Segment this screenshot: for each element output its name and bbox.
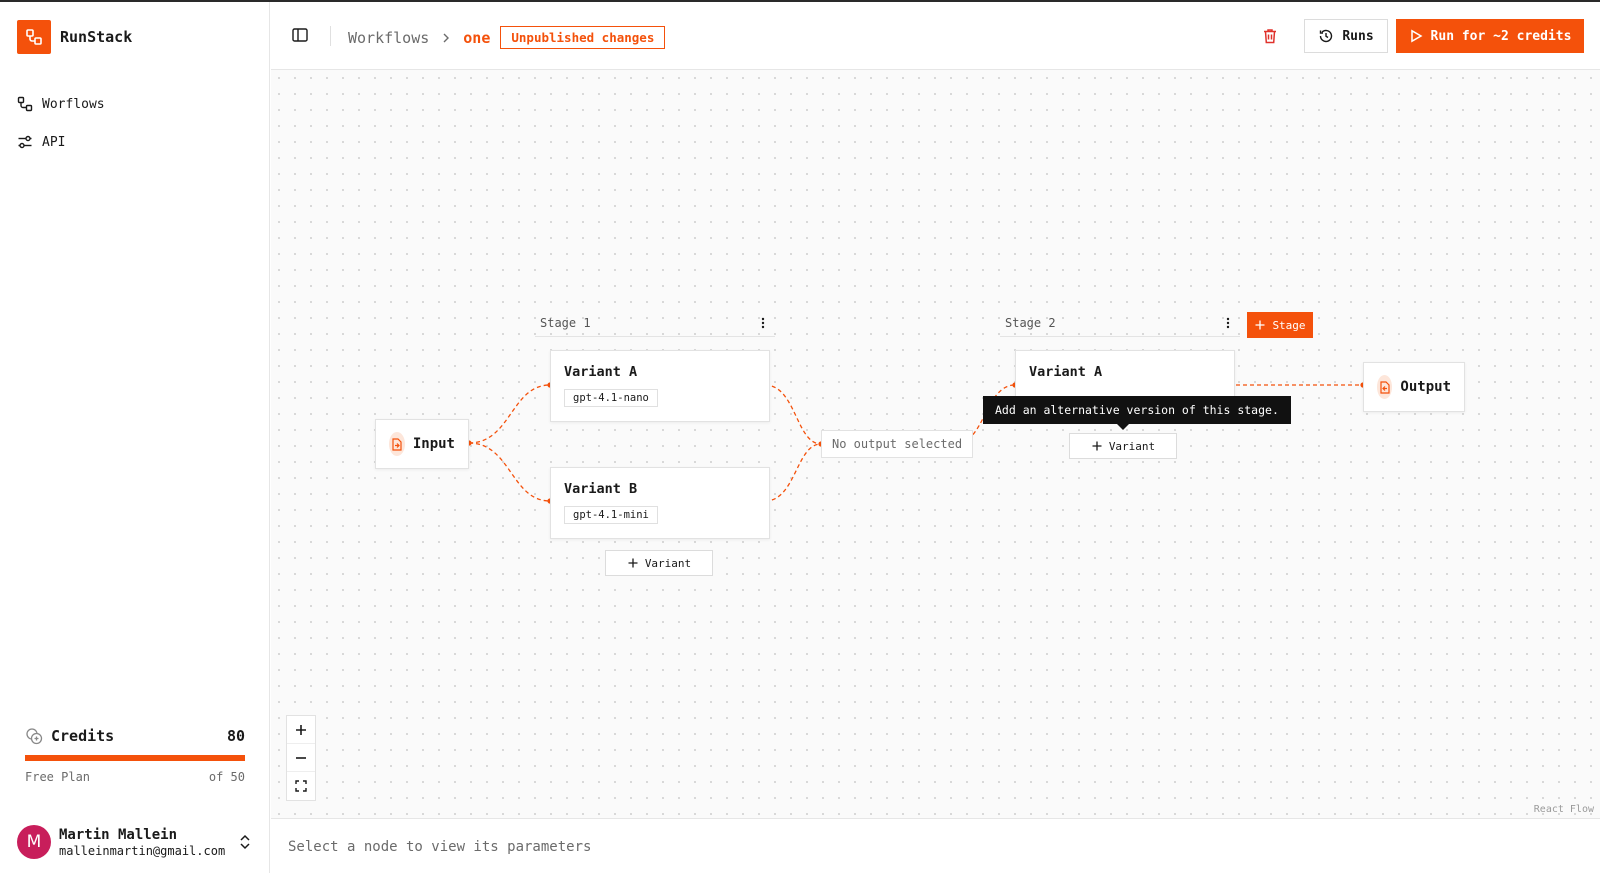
zoom-in-button[interactable] (287, 716, 315, 744)
zoom-out-button[interactable] (287, 744, 315, 772)
runs-button[interactable]: Runs (1304, 19, 1388, 53)
stage-2-add-variant-button[interactable]: Variant (1069, 433, 1177, 459)
plus-icon (1254, 319, 1266, 331)
parameters-panel: Select a node to view its parameters (271, 818, 1600, 873)
parameters-placeholder: Select a node to view its parameters (288, 839, 592, 855)
tooltip-arrow (1117, 424, 1129, 430)
sidebar-toggle-icon[interactable] (291, 26, 309, 44)
model-tag: gpt-4.1-nano (564, 389, 658, 407)
breadcrumb-workflows[interactable]: Workflows (348, 29, 429, 47)
plan-name: Free Plan (25, 770, 91, 784)
react-flow-attribution[interactable]: React Flow (1534, 804, 1594, 815)
breadcrumb-current[interactable]: one (463, 29, 490, 47)
variant-title: Variant A (1029, 364, 1103, 380)
output-node[interactable]: Output (1363, 362, 1465, 412)
breadcrumb: Workflows one Unpublished changes (348, 26, 666, 49)
credits-progress-fill (25, 755, 245, 761)
output-node-label: Output (1400, 379, 1451, 395)
credits-count: 80 (226, 727, 245, 745)
avatar: M (17, 825, 51, 859)
model-tag: gpt-4.1-mini (564, 506, 658, 524)
brand-name: RunStack (60, 28, 133, 46)
delete-icon[interactable] (1260, 26, 1280, 46)
credits-label: Credits (51, 727, 115, 745)
fit-view-button[interactable] (287, 772, 315, 800)
user-name: Martin Mallein (59, 826, 178, 843)
sidebar-nav: Worflows API (17, 85, 257, 161)
variant-title: Variant A (564, 364, 638, 380)
credits-panel: Credits 80 Free Plan of 50 (25, 727, 245, 784)
add-variant-label: Variant (1108, 439, 1156, 453)
edge-variant-a-merge (764, 384, 822, 445)
stage-2-label: Stage 2 (1005, 315, 1056, 330)
stage-1-variant-b-node[interactable]: Variant B gpt-4.1-mini (550, 467, 770, 539)
add-stage-button[interactable]: Stage (1247, 312, 1313, 338)
workflow-canvas[interactable]: Input Stage 1 Variant A gpt-4.1-nano Var… (271, 70, 1600, 818)
add-variant-tooltip: Add an alternative version of this stage… (983, 396, 1291, 424)
merge-node[interactable]: No output selected (821, 430, 974, 458)
run-label: Run for ~2 credits (1430, 28, 1572, 44)
file-output-icon (1377, 375, 1393, 399)
more-vertical-icon[interactable] (1221, 316, 1235, 330)
settings-sliders-icon (17, 134, 33, 150)
file-input-icon (389, 432, 405, 456)
edge-input-variant-b (468, 442, 551, 502)
stage-1-variant-a-node[interactable]: Variant A gpt-4.1-nano (550, 350, 770, 422)
plus-icon (296, 724, 306, 735)
sidebar: RunStack Worflows API Credits 80 Free Pl… (0, 2, 270, 873)
chevron-right-icon (439, 31, 453, 45)
variant-title: Variant B (564, 481, 638, 497)
user-menu[interactable]: M Martin Mallein malleinmartin@gmail.com (17, 825, 257, 859)
workflow-icon (17, 96, 33, 112)
stage-1-label: Stage 1 (540, 315, 591, 330)
history-icon (1318, 28, 1334, 44)
fullscreen-icon (295, 780, 307, 792)
edge-input-variant-a (468, 384, 551, 444)
plus-icon (1091, 440, 1103, 452)
input-node-label: Input (412, 436, 455, 452)
top-header: Workflows one Unpublished changes Runs R… (271, 2, 1600, 70)
canvas-controls (286, 715, 316, 801)
runs-label: Runs (1342, 28, 1374, 44)
brand-logo-icon (17, 20, 51, 54)
add-stage-label: Stage (1272, 318, 1306, 332)
input-node[interactable]: Input (375, 419, 469, 469)
status-badge: Unpublished changes (500, 26, 666, 49)
edge-variant-b-merge (764, 443, 822, 502)
more-vertical-icon[interactable] (756, 316, 770, 330)
plus-icon (627, 557, 639, 569)
play-icon (1409, 29, 1423, 43)
sidebar-item-api[interactable]: API (17, 123, 257, 161)
brand[interactable]: RunStack (17, 20, 132, 54)
minus-icon (296, 756, 306, 759)
sidebar-item-label: API (42, 134, 66, 150)
stage-2-header[interactable]: Stage 2 (1000, 309, 1240, 337)
coins-icon (25, 727, 43, 745)
merge-node-label: No output selected (832, 437, 963, 451)
user-email: malleinmartin@gmail.com (59, 843, 226, 858)
stage-1-header[interactable]: Stage 1 (535, 309, 775, 337)
sidebar-item-label: Worflows (42, 96, 105, 112)
sidebar-item-workflows[interactable]: Worflows (17, 85, 257, 123)
chevron-up-down-icon[interactable] (237, 832, 253, 852)
add-variant-label: Variant (644, 556, 692, 570)
credits-progress-bar (25, 755, 245, 761)
stage-1-add-variant-button[interactable]: Variant (605, 550, 713, 576)
run-button[interactable]: Run for ~2 credits (1396, 19, 1584, 53)
credits-limit: of 50 (208, 770, 245, 784)
header-divider (330, 26, 331, 46)
